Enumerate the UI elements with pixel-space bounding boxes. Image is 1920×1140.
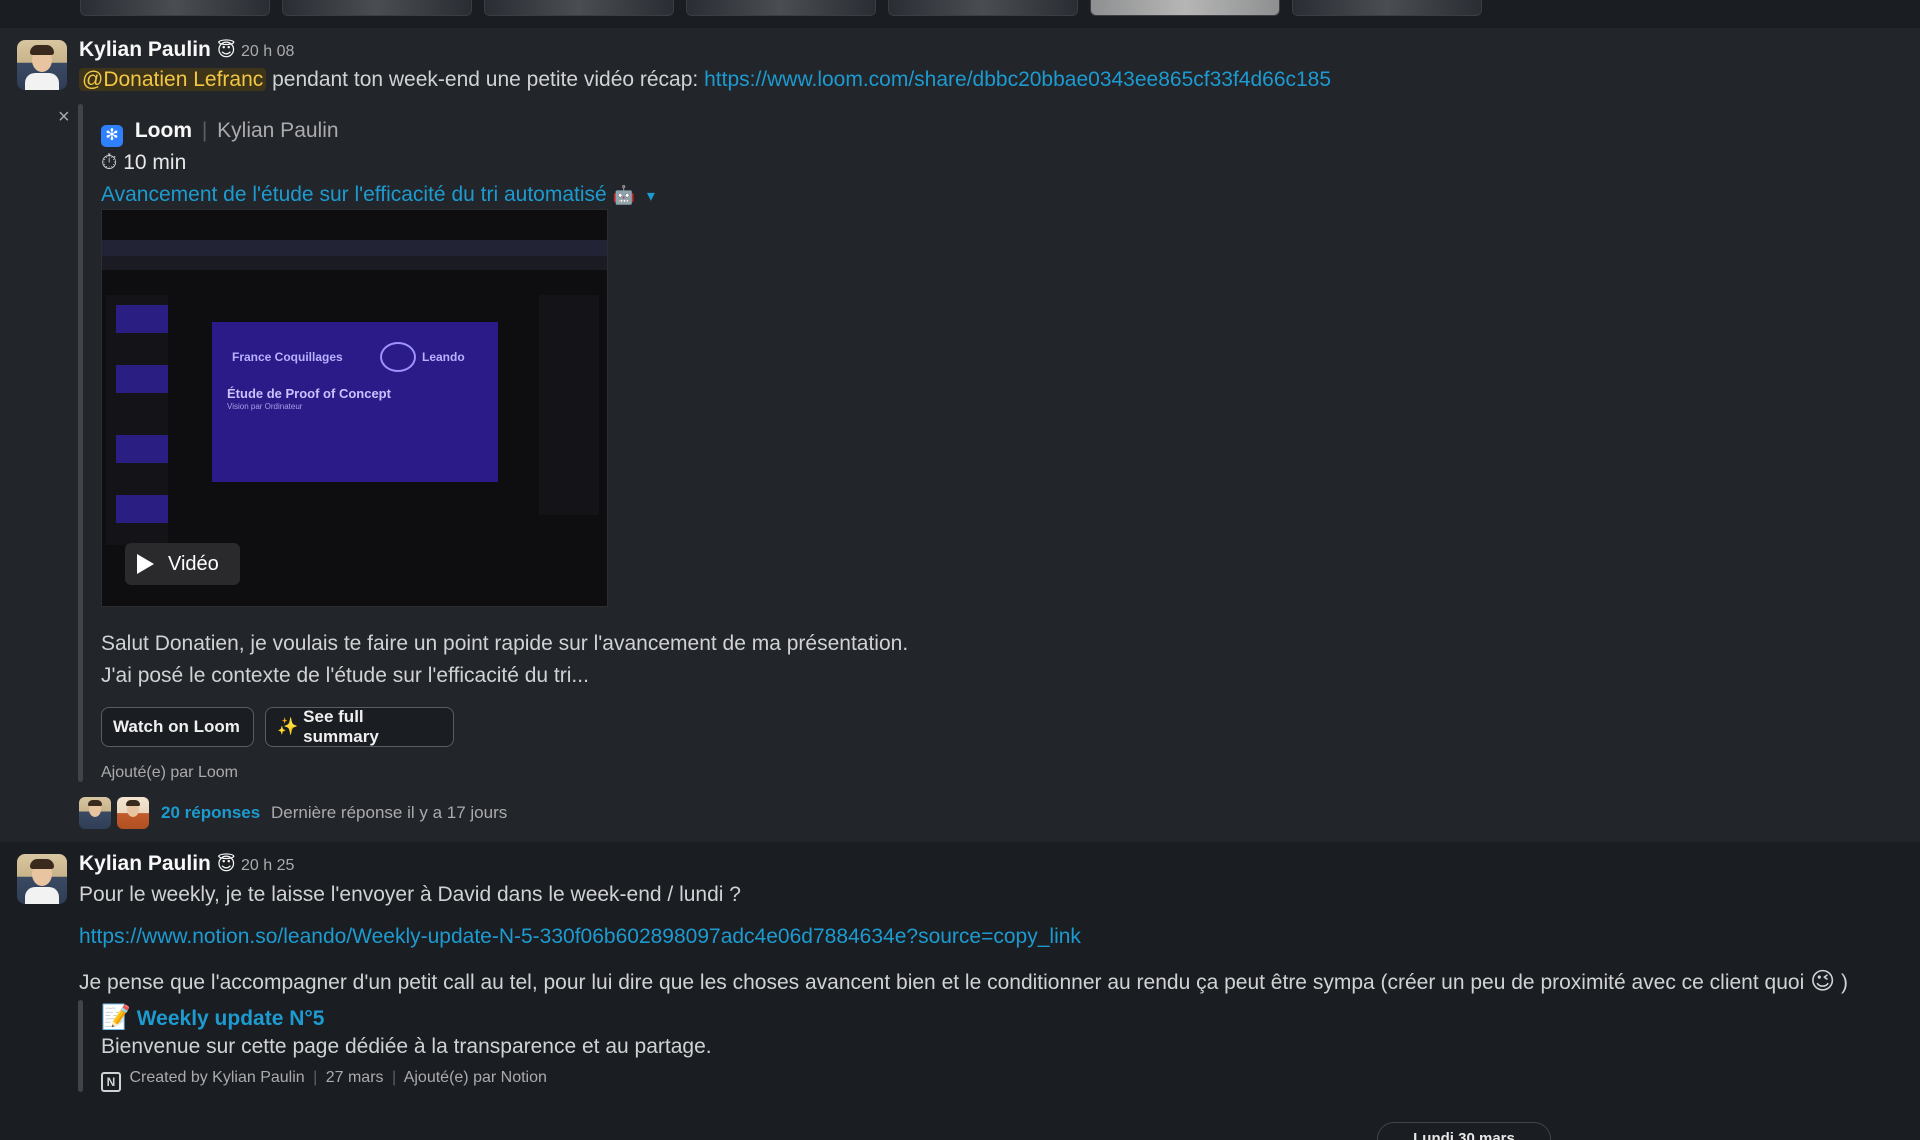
message-body: Je pense que l'accompagner d'un petit ca…	[79, 971, 1805, 994]
attachment-bar	[78, 104, 83, 782]
image-thumbnail[interactable]	[888, 0, 1078, 16]
date-divider-pill[interactable]: Lundi 30 mars	[1377, 1122, 1551, 1140]
notion-logo-icon: N	[101, 1072, 121, 1092]
video-preview[interactable]: France Coquillages Leando Étude de Proof…	[101, 209, 608, 607]
notion-link[interactable]: https://www.notion.so/leando/Weekly-upda…	[79, 925, 1081, 949]
message-text-line3: Je pense que l'accompagner d'un petit ca…	[79, 967, 1848, 996]
separator: |	[391, 1069, 397, 1086]
thread-avatar[interactable]	[117, 797, 149, 829]
video-screen-panel	[539, 295, 599, 515]
status-emoji: 😇	[216, 854, 236, 874]
wink-emoji: 😉	[1810, 968, 1836, 995]
author-name[interactable]: Kylian Paulin	[79, 852, 211, 875]
robot-emoji: 🤖	[612, 185, 635, 205]
status-emoji: 😇	[216, 40, 236, 60]
play-video-button[interactable]: Vidéo	[125, 543, 240, 585]
separator: |	[201, 119, 208, 142]
thread-replies-link[interactable]: 20 réponses	[161, 803, 260, 823]
avatar[interactable]	[17, 854, 67, 904]
thread-avatar[interactable]	[79, 797, 111, 829]
thread-last-reply: Dernière réponse il y a 17 jours	[271, 803, 508, 822]
message-timestamp[interactable]: 20 h 08	[241, 43, 294, 61]
message-author[interactable]: Kylian Paulin 😇	[79, 38, 236, 62]
slide-logo	[380, 342, 416, 372]
loom-logo-icon: ✻	[101, 125, 123, 147]
added-by-notion: Ajouté(e) par Notion	[403, 1069, 547, 1086]
message-body-end: )	[1840, 971, 1848, 994]
attachment-description-line2: J'ai posé le contexte de l'étude sur l'e…	[101, 664, 589, 687]
slide-right-title: Leando	[422, 350, 465, 364]
message-text: @Donatien Lefranc pendant ton week-end u…	[79, 68, 1331, 92]
image-thumbnail[interactable]	[1292, 0, 1482, 16]
notion-attachment-footer: N Created by Kylian Paulin | 27 mars | A…	[101, 1069, 547, 1092]
message-text-line1: Pour le weekly, je te laisse l'envoyer à…	[79, 883, 741, 906]
video-label: Vidéo	[168, 552, 219, 575]
message-author[interactable]: Kylian Paulin 😇	[79, 852, 236, 876]
close-icon[interactable]: ×	[58, 106, 70, 129]
watch-button-label: Watch on Loom	[113, 717, 240, 736]
attachment-bar	[78, 1000, 83, 1092]
created-by: Created by Kylian Paulin	[129, 1069, 305, 1086]
video-duration: ⏱ 10 min	[101, 151, 186, 175]
summary-button-label: See full summary	[303, 707, 379, 746]
image-thumbnail[interactable]	[1090, 0, 1280, 16]
slide-left-title: France Coquillages	[232, 350, 343, 364]
created-date: 27 mars	[325, 1069, 384, 1086]
attachment-description-line1: Salut Donatien, je voulais te faire un p…	[101, 632, 909, 655]
duration-text: 10 min	[123, 151, 187, 174]
image-thumbnail[interactable]	[484, 0, 674, 16]
sparkles-icon: ✨	[277, 717, 299, 736]
play-icon	[137, 554, 154, 574]
attachment-header: ✻ Loom | Kylian Paulin	[101, 119, 339, 147]
video-screen-toolbar	[102, 256, 607, 270]
user-mention[interactable]: @Donatien Lefranc	[79, 68, 267, 91]
slide-heading: Étude de Proof of Concept	[227, 386, 391, 401]
see-full-summary-button[interactable]: ✨ See full summary	[265, 707, 454, 747]
slide-subheading: Vision par Ordinateur	[227, 402, 303, 411]
notion-page-title-link[interactable]: Weekly update N°5	[137, 1007, 325, 1030]
video-title-row: Avancement de l'étude sur l'efficacité d…	[101, 183, 655, 207]
stopwatch-icon: ⏱	[101, 151, 118, 174]
video-screen-titlebar	[102, 240, 607, 256]
avatar[interactable]	[17, 40, 67, 90]
memo-emoji: 📝	[101, 1004, 131, 1031]
video-title-link[interactable]: Avancement de l'étude sur l'efficacité d…	[101, 183, 607, 206]
image-thumbnail[interactable]	[80, 0, 270, 16]
message-timestamp[interactable]: 20 h 25	[241, 857, 294, 875]
chevron-down-icon[interactable]: ▾	[647, 188, 655, 205]
separator: |	[313, 1069, 318, 1086]
notion-attachment-title-row: 📝 Weekly update N°5	[101, 1003, 324, 1032]
watch-on-loom-button[interactable]: Watch on Loom	[101, 707, 254, 747]
image-thumbnail-strip	[0, 0, 1920, 28]
loom-link[interactable]: https://www.loom.com/share/dbbc20bbae034…	[704, 68, 1331, 91]
notion-attachment-description: Bienvenue sur cette page dédiée à la tra…	[101, 1035, 712, 1058]
added-by-loom: Ajouté(e) par Loom	[101, 764, 238, 781]
video-screen-sidebar	[106, 295, 168, 545]
image-thumbnail[interactable]	[282, 0, 472, 16]
message-body: pendant ton week-end une petite vidéo ré…	[272, 68, 699, 91]
attachment-service: Loom	[134, 119, 192, 142]
author-name[interactable]: Kylian Paulin	[79, 38, 211, 61]
attachment-service-author: Kylian Paulin	[217, 119, 339, 142]
video-slide: France Coquillages Leando Étude de Proof…	[212, 322, 498, 482]
image-thumbnail[interactable]	[686, 0, 876, 16]
